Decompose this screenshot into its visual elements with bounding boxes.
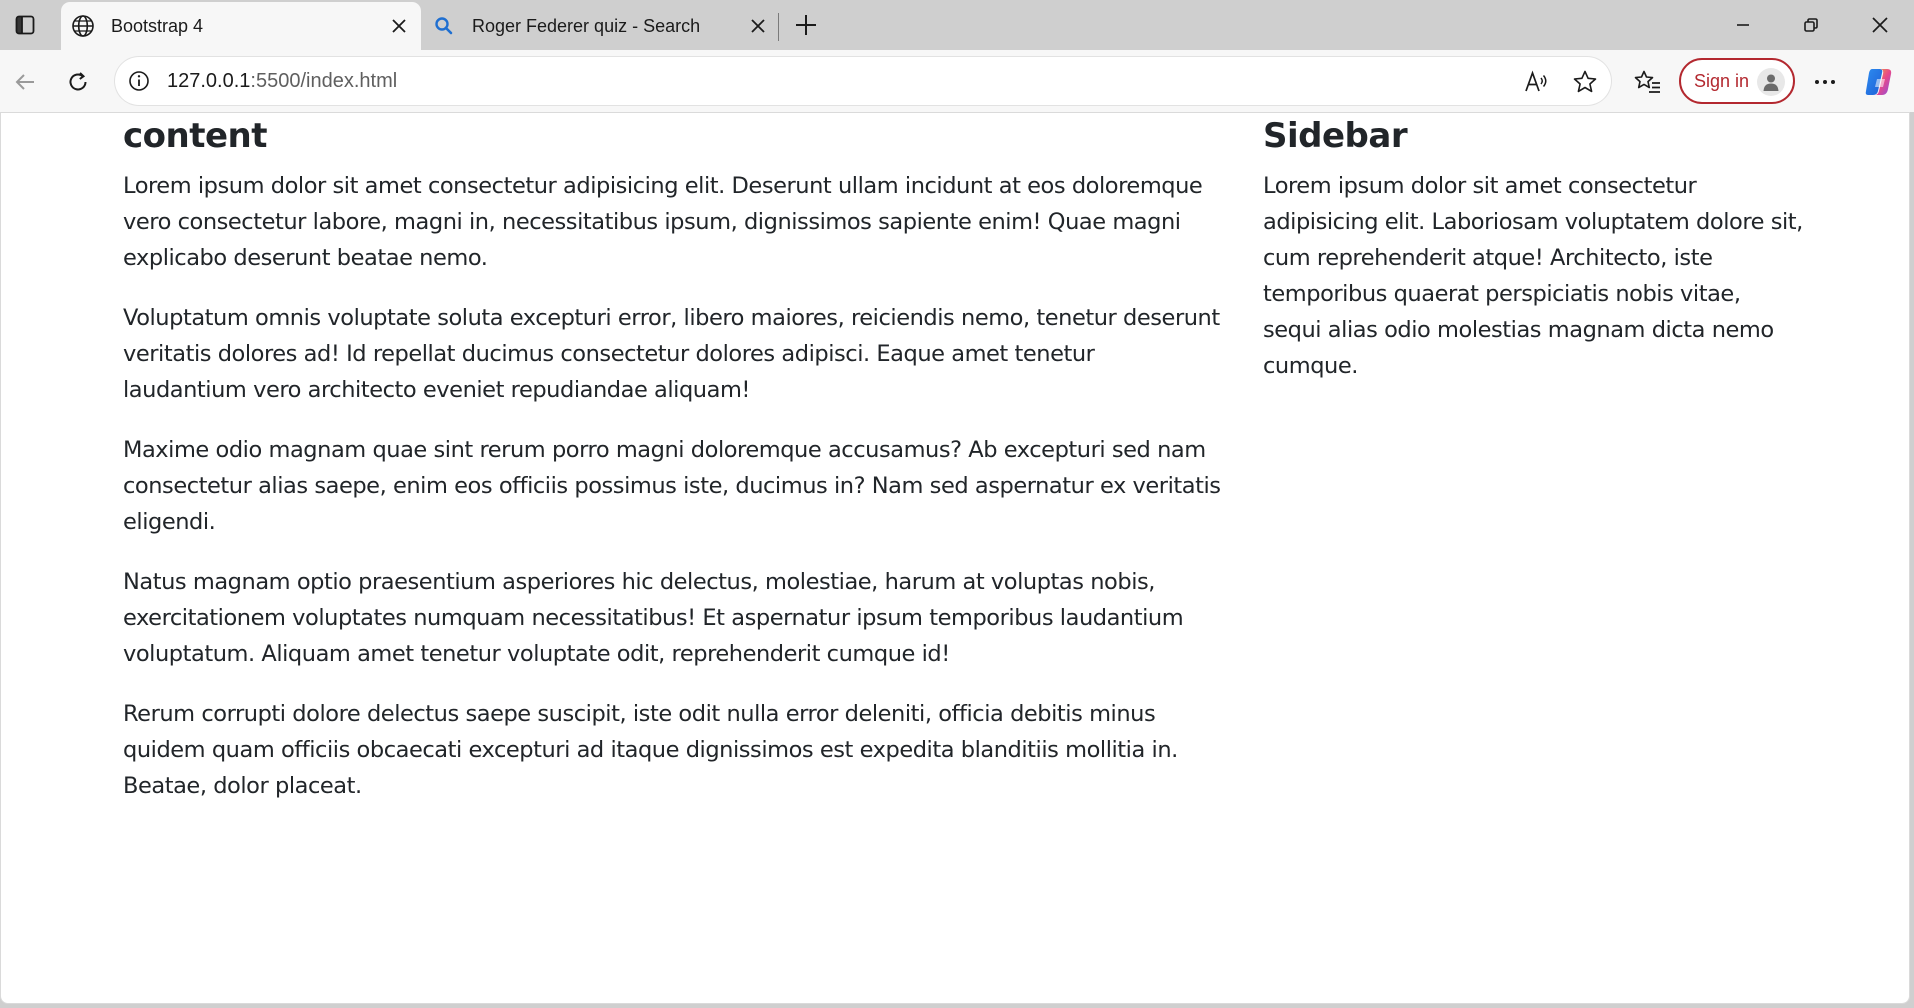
address-bar[interactable]: 127.0.0.1:5500/index.html — [115, 57, 1611, 105]
back-arrow-icon — [15, 74, 34, 90]
url-host: 127.0.0.1 — [167, 70, 251, 92]
sign-in-label: Sign in — [1694, 70, 1750, 91]
content-heading: content — [123, 116, 268, 156]
new-tab-button[interactable] — [790, 9, 822, 41]
close-icon — [751, 19, 765, 33]
restore-button[interactable] — [1786, 6, 1836, 44]
url-text[interactable]: 127.0.0.1:5500/index.html — [167, 70, 397, 93]
tab-separator — [778, 13, 779, 41]
refresh-button[interactable] — [61, 65, 95, 99]
search-icon — [432, 14, 456, 38]
plus-icon — [796, 15, 816, 35]
sign-in-button[interactable]: Sign in — [1679, 58, 1795, 104]
settings-more-button[interactable] — [1808, 65, 1842, 99]
main-content-column: content Lorem ipsum dolor sit amet conse… — [123, 113, 1223, 828]
tab-strip: Bootstrap 4 Roger Federer quiz - Search — [0, 0, 1914, 50]
tab-title: Roger Federer quiz - Search — [472, 15, 701, 36]
site-info-icon[interactable] — [127, 69, 151, 93]
sidebar-paragraph: Lorem ipsum dolor sit amet consectetur a… — [1263, 173, 1803, 379]
sidebar-heading: Sidebar — [1263, 116, 1408, 156]
content-paragraph: Maxime odio magnam quae sint rerum porro… — [123, 437, 1221, 535]
tab-actions-button[interactable] — [10, 10, 40, 40]
minimize-icon — [1737, 24, 1749, 26]
browser-window: Bootstrap 4 Roger Federer quiz - Search — [0, 0, 1914, 1008]
tab-actions-icon — [15, 15, 35, 35]
avatar-icon — [1757, 68, 1785, 96]
copilot-button[interactable] — [1862, 65, 1896, 99]
more-dots-icon — [1815, 80, 1835, 84]
back-button[interactable] — [8, 65, 42, 99]
close-tab-button[interactable] — [744, 12, 772, 40]
url-path: :5500/index.html — [250, 70, 398, 92]
favorites-button[interactable] — [1631, 65, 1665, 99]
tab-title: Bootstrap 4 — [111, 15, 204, 36]
close-icon — [392, 19, 406, 33]
content-paragraph: Voluptatum omnis voluptate soluta except… — [123, 305, 1220, 403]
favorites-icon — [1634, 70, 1660, 93]
close-tab-button[interactable] — [385, 12, 413, 40]
tab-bootstrap[interactable]: Bootstrap 4 — [61, 2, 421, 50]
globe-icon — [71, 14, 95, 38]
close-icon — [1872, 17, 1888, 33]
content-paragraph: Lorem ipsum dolor sit amet consectetur a… — [123, 173, 1203, 271]
content-paragraph: Natus magnam optio praesentium asperiore… — [123, 569, 1184, 667]
restore-icon — [1804, 18, 1818, 32]
favorite-star-icon[interactable] — [1570, 67, 1600, 97]
navigation-toolbar: 127.0.0.1:5500/index.html Sign in — [0, 50, 1914, 112]
page-viewport: content Lorem ipsum dolor sit amet conse… — [0, 112, 1910, 1004]
tab-search[interactable]: Roger Federer quiz - Search — [422, 2, 780, 50]
copilot-icon — [1865, 69, 1892, 95]
close-window-button[interactable] — [1855, 6, 1905, 44]
sidebar-column: Sidebar Lorem ipsum dolor sit amet conse… — [1263, 113, 1803, 408]
refresh-icon — [69, 72, 87, 91]
read-aloud-icon[interactable] — [1522, 67, 1552, 97]
content-paragraph: Rerum corrupti dolore delectus saepe sus… — [123, 701, 1178, 799]
minimize-button[interactable] — [1718, 6, 1768, 44]
